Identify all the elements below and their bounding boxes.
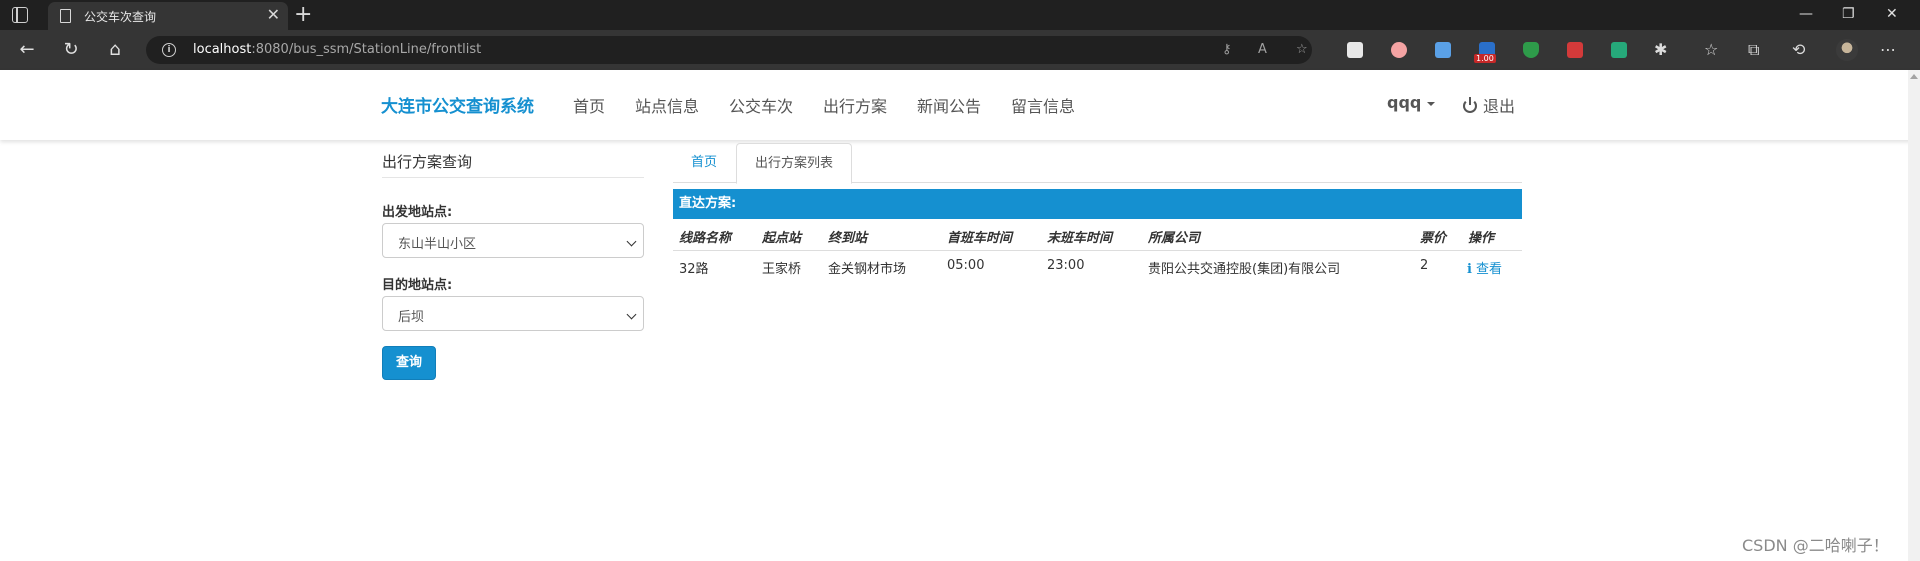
close-icon[interactable]: ✕ <box>267 5 280 25</box>
nav-bus-lines[interactable]: 公交车次 <box>729 93 793 117</box>
home-icon[interactable]: ⌂ <box>102 38 128 62</box>
key-icon[interactable]: ⚷ <box>1222 42 1232 57</box>
section-header: 直达方案: <box>673 189 1522 219</box>
tab-title: 公交车次查询 <box>84 10 157 24</box>
new-tab-button[interactable]: + <box>294 2 312 28</box>
back-icon[interactable]: ← <box>14 38 40 62</box>
collections-icon[interactable]: ⧉ <box>1748 40 1759 60</box>
username: qqq <box>1387 93 1422 112</box>
chevron-down-icon <box>626 236 637 247</box>
origin-label: 出发地站点: <box>382 205 453 220</box>
page-icon <box>60 9 71 23</box>
nav-travel-plan[interactable]: 出行方案 <box>823 93 887 117</box>
restore-icon[interactable]: ❐ <box>1842 4 1855 24</box>
watermark: CSDN @二哈喇子！ <box>1742 536 1889 555</box>
info-icon: i <box>1467 262 1472 277</box>
col-header-action: 操作 <box>1468 231 1495 246</box>
query-button[interactable]: 查询 <box>382 346 436 380</box>
favorite-add-icon[interactable]: ☆ <box>1296 42 1308 57</box>
caret-down-icon <box>1427 101 1436 106</box>
col-header-price: 票价 <box>1420 231 1447 246</box>
nav-stations[interactable]: 站点信息 <box>635 93 699 117</box>
page-scrollbar[interactable] <box>1908 70 1920 561</box>
browser-toolbar: ← ↻ ⌂ i localhost:8080/bus_ssm/StationLi… <box>0 30 1920 70</box>
site-info-icon[interactable]: i <box>162 43 176 57</box>
extension-icon[interactable] <box>1435 42 1451 58</box>
nav-home[interactable]: 首页 <box>573 93 605 117</box>
site-navbar: 大连市公交查询系统 首页 站点信息 公交车次 出行方案 新闻公告 留言信息 qq… <box>0 70 1920 140</box>
browser-tab[interactable]: 公交车次查询 ✕ <box>48 2 288 30</box>
site-brand[interactable]: 大连市公交查询系统 <box>381 92 534 117</box>
extension-icon[interactable] <box>1347 42 1363 58</box>
scroll-up-icon[interactable] <box>1910 74 1918 79</box>
minimize-icon[interactable]: — <box>1799 4 1813 24</box>
col-header-line: 线路名称 <box>679 231 732 246</box>
url-text[interactable]: localhost:8080/bus_ssm/StationLine/front… <box>193 42 481 57</box>
power-icon <box>1463 97 1477 113</box>
logout-button[interactable]: 退出 <box>1463 93 1515 117</box>
origin-value: 东山半山小区 <box>398 237 477 252</box>
user-menu[interactable]: qqq <box>1387 93 1436 112</box>
destination-select[interactable]: 后坝 <box>382 296 644 331</box>
cell-line: 32路 <box>679 262 709 277</box>
cell-first: 05:00 <box>947 258 985 273</box>
col-header-start: 起点站 <box>762 231 802 246</box>
avatar[interactable] <box>1836 39 1858 61</box>
chevron-down-icon <box>626 309 637 320</box>
destination-value: 后坝 <box>398 310 425 325</box>
view-link[interactable]: i 查看 <box>1467 258 1502 277</box>
col-header-company: 所属公司 <box>1148 231 1201 246</box>
result-tabs: 首页 出行方案列表 <box>673 143 1522 184</box>
nav-messages[interactable]: 留言信息 <box>1011 93 1075 117</box>
puzzle-icon[interactable]: ✱ <box>1654 40 1667 60</box>
row-divider <box>673 250 1522 251</box>
form-title: 出行方案查询 <box>382 153 473 171</box>
extension-icon[interactable] <box>1611 42 1627 58</box>
cell-price: 2 <box>1420 258 1429 273</box>
extension-icon[interactable] <box>1391 42 1407 58</box>
col-header-first: 首班车时间 <box>947 231 1013 246</box>
tab-plan-list[interactable]: 出行方案列表 <box>736 143 852 184</box>
window-close-icon[interactable]: ✕ <box>1886 4 1898 24</box>
cell-end: 金关钢材市场 <box>828 262 907 277</box>
col-header-end: 终到站 <box>828 231 868 246</box>
divider <box>382 177 644 178</box>
refresh-icon[interactable]: ↻ <box>58 38 84 62</box>
history-icon[interactable]: ⟲ <box>1792 40 1805 60</box>
origin-select[interactable]: 东山半山小区 <box>382 223 644 258</box>
browser-titlebar: 公交车次查询 ✕ + — ❐ ✕ <box>0 0 1920 30</box>
cell-company: 贵阳公共交通控股(集团)有限公司 <box>1148 262 1341 277</box>
favorites-icon[interactable]: ☆ <box>1704 40 1718 60</box>
nav-news[interactable]: 新闻公告 <box>917 93 981 117</box>
extension-icon[interactable] <box>1567 42 1583 58</box>
extension-badge: 1.00 <box>1474 54 1496 63</box>
tab-actions-icon[interactable] <box>12 7 28 23</box>
cell-start: 王家桥 <box>762 262 802 277</box>
more-menu-icon[interactable]: ⋯ <box>1880 40 1896 60</box>
destination-label: 目的地站点: <box>382 278 453 293</box>
cell-last: 23:00 <box>1047 258 1085 273</box>
shield-icon[interactable] <box>1523 42 1539 58</box>
tab-home[interactable]: 首页 <box>673 143 735 183</box>
col-header-last: 末班车时间 <box>1047 231 1113 246</box>
address-bar[interactable]: i localhost:8080/bus_ssm/StationLine/fro… <box>146 36 1312 64</box>
read-aloud-icon[interactable]: A <box>1258 42 1267 57</box>
